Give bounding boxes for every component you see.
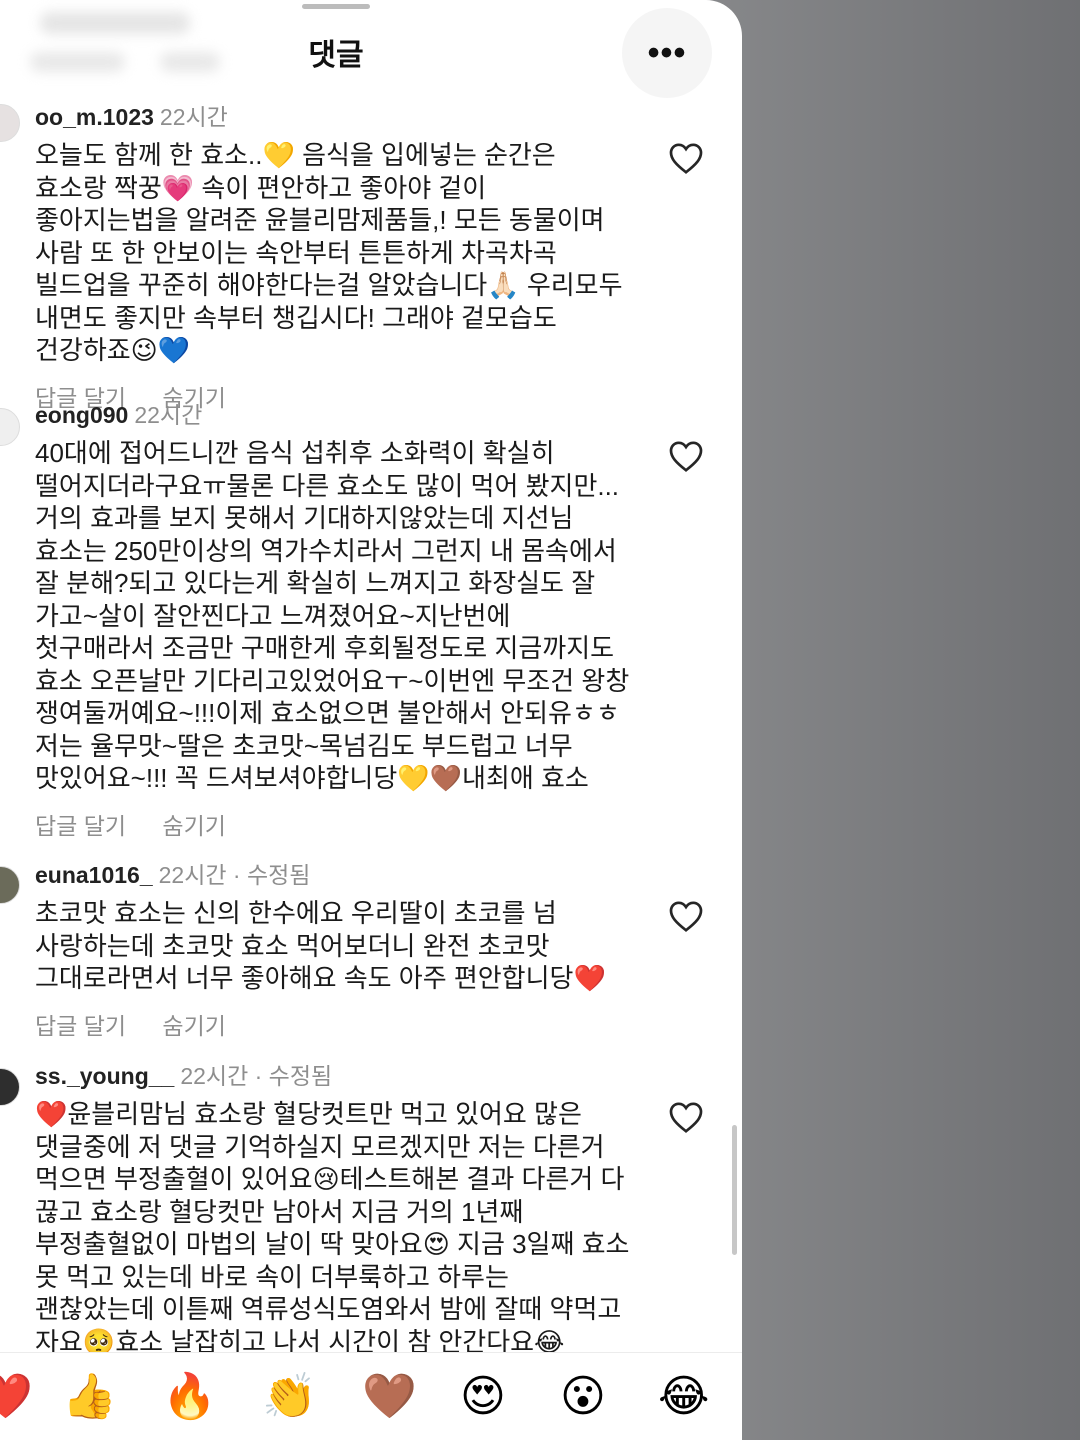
like-heart-icon[interactable] (668, 899, 704, 933)
more-options-button[interactable]: ••• (622, 8, 712, 98)
comment-item: oo_m.1023 22시간 오늘도 함께 한 효소..💛 음식을 입에넣는 순간… (35, 102, 635, 413)
like-heart-icon[interactable] (668, 141, 704, 175)
heart-eyes-emoji-icon[interactable]: 😍 (460, 1367, 506, 1427)
brown-heart-emoji-icon[interactable]: 🤎 (362, 1367, 417, 1427)
comment-text: ❤️윤블리맘님 효소랑 혈당컷트만 먹고 있어요 많은 댓글중에 저 댓글 기억… (35, 1099, 630, 1357)
comment-timestamp: 22시간 (134, 402, 203, 428)
fire-emoji-icon[interactable]: 🔥 (162, 1367, 217, 1427)
comment-username[interactable]: ss._young__ (35, 1063, 174, 1089)
comment-item: ss._young__ 22시간 · 수정됨 ❤️윤블리맘님 효소랑 혈당컷트만 … (35, 1061, 635, 1358)
reply-button[interactable]: 답글 달기 (35, 1013, 126, 1039)
hide-button[interactable]: 숨기기 (162, 813, 225, 839)
comment-text: 초코맛 효소는 신의 한수에요 우리딸이 초코를 넘 사랑하는데 초코맛 효소 … (35, 898, 606, 993)
emoji-reaction-bar: ❤️ 👍 🔥 👏 🤎 😍 😮 😂 (0, 1352, 742, 1440)
comment-timestamp: 22시간 (159, 104, 228, 130)
like-heart-icon[interactable] (668, 439, 704, 473)
thumbs-up-emoji-icon[interactable]: 👍 (62, 1367, 117, 1427)
avatar[interactable] (0, 866, 20, 904)
comment-item: euna1016_ 22시간 · 수정됨 초코맛 효소는 신의 한수에요 우리딸이… (35, 860, 635, 1041)
comments-sheet: 댓글 ••• oo_m.1023 22시간 오늘도 함께 한 효소..💛 음식을 … (0, 0, 742, 1440)
scrollbar[interactable] (732, 1125, 737, 1255)
comment-text: 40대에 접어드니깐 음식 섭취후 소화력이 확실히 떨어지더라구요ㅠ물론 다른… (35, 438, 630, 793)
comment-username[interactable]: eong090 (35, 402, 128, 428)
avatar[interactable] (0, 408, 20, 446)
surprised-face-emoji-icon[interactable]: 😮 (560, 1367, 606, 1427)
red-heart-emoji-icon[interactable]: ❤️ (0, 1367, 33, 1427)
reply-button[interactable]: 답글 달기 (35, 813, 126, 839)
avatar[interactable] (0, 1068, 20, 1106)
tears-of-joy-emoji-icon[interactable]: 😂 (658, 1367, 709, 1427)
sheet-drag-handle[interactable] (302, 4, 370, 9)
avatar[interactable] (0, 104, 20, 142)
like-heart-icon[interactable] (668, 1100, 704, 1134)
clapping-hands-emoji-icon[interactable]: 👏 (262, 1367, 317, 1427)
comment-username[interactable]: euna1016_ (35, 862, 153, 888)
comment-text: 오늘도 함께 한 효소..💛 음식을 입에넣는 순간은 효소랑 짝꿍💗 속이 편… (35, 140, 623, 365)
page-title: 댓글 (308, 39, 364, 72)
comment-item: eong090 22시간 40대에 접어드니깐 음식 섭취후 소화력이 확실히 떨… (35, 400, 635, 841)
comment-username[interactable]: oo_m.1023 (35, 104, 154, 130)
hide-button[interactable]: 숨기기 (162, 1013, 225, 1039)
comment-timestamp: 22시간 · 수정됨 (158, 862, 311, 888)
comment-timestamp: 22시간 · 수정됨 (180, 1063, 333, 1089)
